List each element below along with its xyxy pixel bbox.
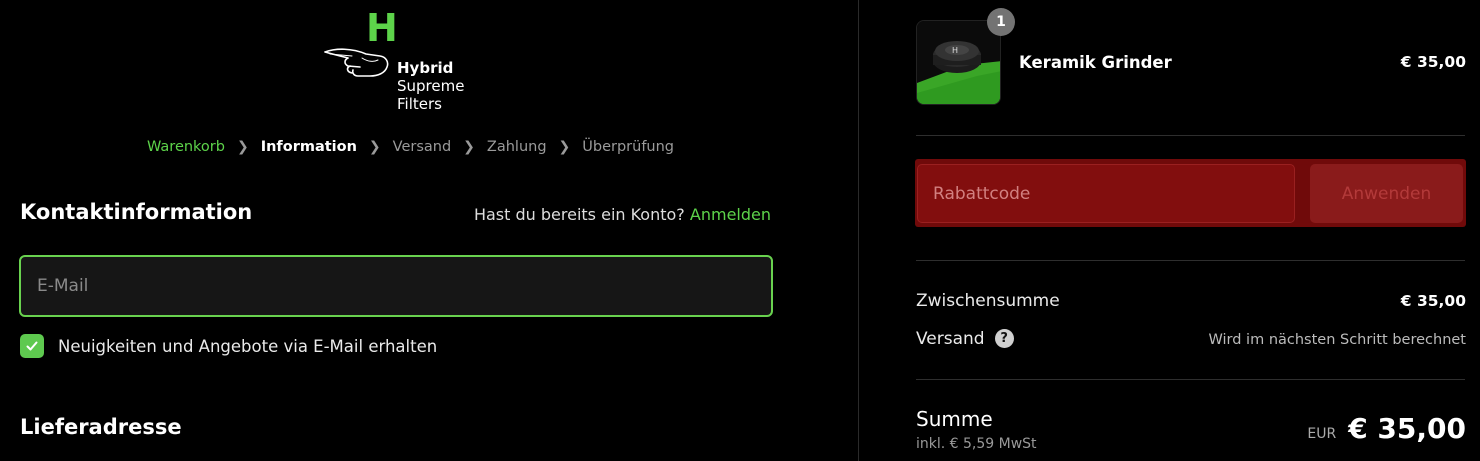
svg-text:H: H [952, 46, 958, 55]
breadcrumb-review: Überprüfung [582, 139, 675, 155]
shipping-row: Versand? [916, 328, 1014, 349]
product-thumbnail-wrapper: H 1 [916, 8, 1015, 105]
contact-title: Kontaktinformation [20, 200, 253, 224]
email-field-wrapper [19, 255, 773, 317]
shipping-note: Wird im nächsten Schritt berechnet [1208, 332, 1466, 348]
breadcrumb: Warenkorb ❯ Information ❯ Versand ❯ Zahl… [147, 139, 674, 155]
breadcrumb-cart[interactable]: Warenkorb [147, 139, 225, 155]
subtotal-value: € 35,00 [1400, 292, 1466, 310]
account-prompt: Hast du bereits ein Konto? Anmelden [474, 205, 771, 224]
checkout-main: H Hybrid Supreme Filters Warenkorb ❯ Inf… [0, 0, 858, 461]
product-image: H [917, 21, 1000, 104]
subtotal-label: Zwischensumme [916, 291, 1060, 311]
logo-wordmark: Hybrid Supreme Filters [397, 59, 464, 113]
product-price: € 35,00 [1400, 53, 1466, 71]
currency-code: EUR [1307, 426, 1337, 442]
total-amount: EUR € 35,00 [1307, 412, 1466, 445]
logo-name-line2: Supreme [397, 77, 465, 95]
shipping-address-title: Lieferadresse [20, 415, 182, 439]
product-thumbnail: H [916, 20, 1001, 105]
divider [916, 379, 1465, 380]
quantity-badge: 1 [987, 8, 1015, 36]
chevron-right-icon: ❯ [558, 139, 571, 155]
pointing-hand-icon [324, 48, 389, 77]
divider [916, 135, 1465, 136]
tax-note: inkl. € 5,59 MwSt [916, 436, 1037, 452]
breadcrumb-payment: Zahlung [486, 139, 547, 155]
newsletter-label: Neuigkeiten und Angebote via E-Mail erha… [58, 336, 438, 356]
total-value: € 35,00 [1348, 412, 1466, 445]
logo-name-line3: Filters [397, 95, 442, 113]
chevron-right-icon: ❯ [236, 139, 249, 155]
checkmark-icon [26, 341, 38, 351]
divider [916, 260, 1465, 261]
newsletter-option[interactable]: Neuigkeiten und Angebote via E-Mail erha… [20, 334, 437, 358]
breadcrumb-shipping: Versand [392, 139, 452, 155]
product-name: Keramik Grinder [1019, 53, 1172, 72]
discount-code-input[interactable] [918, 165, 1294, 222]
shipping-label: Versand [916, 329, 985, 349]
brand-logo[interactable]: H Hybrid Supreme Filters [322, 8, 482, 116]
help-icon[interactable]: ? [994, 328, 1014, 348]
chevron-right-icon: ❯ [368, 139, 381, 155]
login-link[interactable]: Anmelden [690, 205, 771, 224]
email-field[interactable] [21, 257, 771, 315]
account-prompt-text: Hast du bereits ein Konto? [473, 205, 685, 224]
discount-form: Anwenden [915, 159, 1466, 227]
breadcrumb-information: Information [260, 139, 357, 155]
total-label: Summe [916, 407, 993, 431]
logo-name-line1: Hybrid [397, 59, 454, 77]
apply-discount-button[interactable]: Anwenden [1310, 164, 1463, 223]
order-summary: H 1 Keramik Grinder € 35,00 Anwenden Zwi… [859, 0, 1480, 461]
chevron-right-icon: ❯ [463, 139, 475, 155]
discount-input-wrapper [917, 164, 1295, 223]
newsletter-checkbox[interactable] [20, 334, 44, 358]
